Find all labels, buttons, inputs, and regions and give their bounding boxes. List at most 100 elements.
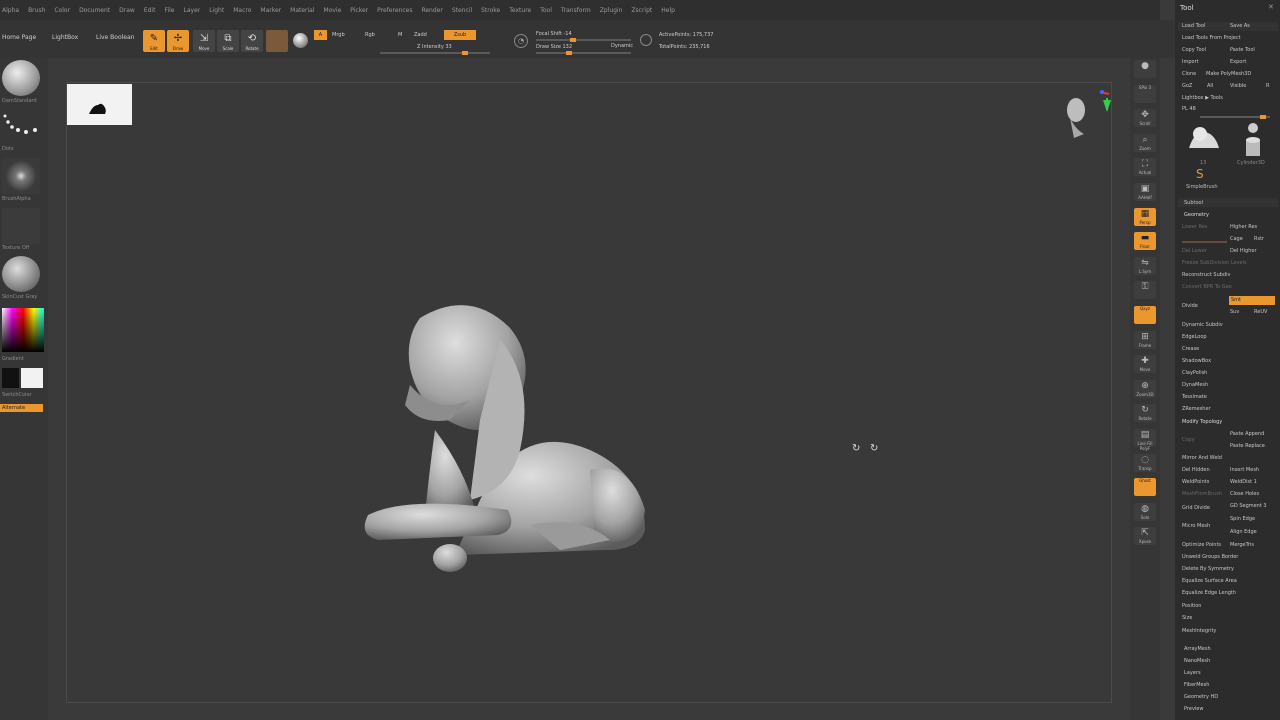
menu-item-layer[interactable]: Layer bbox=[184, 7, 201, 14]
visible-button[interactable]: Visible bbox=[1230, 83, 1246, 89]
zadd-button[interactable]: Zadd bbox=[414, 32, 427, 38]
arraymesh-section[interactable]: ArrayMesh bbox=[1184, 646, 1211, 652]
brush-preview-icon[interactable] bbox=[293, 33, 308, 48]
copy-button[interactable]: Copy bbox=[1182, 437, 1195, 443]
edit-button[interactable]: ✎ Edit bbox=[143, 30, 165, 52]
insert-mesh-button[interactable]: Insert Mesh bbox=[1230, 467, 1259, 473]
move-button[interactable]: ⇲ Move bbox=[193, 30, 215, 52]
scale-button[interactable]: ⧉ Scale bbox=[217, 30, 239, 52]
paste-tool-button[interactable]: Paste Tool bbox=[1230, 47, 1255, 53]
menu-item-stroke[interactable]: Stroke bbox=[481, 7, 500, 14]
menu-item-zscript[interactable]: Zscript bbox=[631, 7, 652, 14]
menu-item-stencil[interactable]: Stencil bbox=[452, 7, 472, 14]
strip-button-5[interactable]: ▣ AAHalf bbox=[1134, 183, 1156, 201]
preview-section[interactable]: Preview bbox=[1184, 706, 1203, 712]
strip-button-13[interactable]: ⊕ Zoom3D bbox=[1134, 379, 1156, 398]
size-section[interactable]: Size bbox=[1182, 615, 1192, 621]
edgeloop-section[interactable]: EdgeLoop bbox=[1182, 334, 1207, 340]
strip-button-7[interactable]: ▬ Floor bbox=[1134, 232, 1156, 251]
simplebrush-icon[interactable]: S bbox=[1196, 167, 1204, 181]
alpha-icon[interactable] bbox=[2, 158, 40, 194]
strip-button-3[interactable]: ⌕ Zoom bbox=[1134, 133, 1156, 152]
m-button[interactable]: M bbox=[398, 32, 402, 38]
load-tool-button[interactable]: Load Tool bbox=[1182, 23, 1205, 29]
orientation-head-icon[interactable] bbox=[1058, 88, 1114, 150]
strip-button-9[interactable]: ⚿ bbox=[1134, 281, 1156, 300]
strip-button-11[interactable]: ⊞ Frame bbox=[1134, 330, 1156, 349]
r-button[interactable]: R bbox=[1266, 83, 1269, 89]
clone-button[interactable]: Clone bbox=[1182, 71, 1196, 77]
export-button[interactable]: Export bbox=[1230, 59, 1246, 65]
menu-item-light[interactable]: Light bbox=[209, 7, 224, 14]
nanomesh-section[interactable]: NanoMesh bbox=[1184, 658, 1210, 664]
goz-button[interactable]: GoZ bbox=[1182, 83, 1192, 89]
focal-shift-slider[interactable]: Focal Shift -14 bbox=[536, 31, 572, 37]
menu-item-file[interactable]: File bbox=[164, 7, 174, 14]
strip-button-1[interactable]: SPix 3 bbox=[1134, 84, 1156, 103]
strip-button-8[interactable]: ⇋ L.Sym bbox=[1134, 256, 1156, 275]
lower-res-button[interactable]: Lower Res bbox=[1182, 224, 1208, 230]
pl-slider[interactable]: PL 48 bbox=[1182, 106, 1196, 112]
draw-button[interactable]: ✢ Draw bbox=[167, 30, 189, 52]
strip-button-4[interactable]: ⛶ Actual bbox=[1134, 158, 1156, 177]
zsub-button[interactable]: Zsub bbox=[444, 30, 476, 40]
strip-button-15[interactable]: ▤ Line Fill PolyF bbox=[1134, 429, 1156, 451]
del-higher-button[interactable]: Del Higher bbox=[1230, 248, 1257, 254]
menu-item-marker[interactable]: Marker bbox=[260, 7, 281, 14]
import-button[interactable]: Import bbox=[1182, 59, 1199, 65]
dynamic-subdiv-section[interactable]: Dynamic Subdiv bbox=[1182, 322, 1223, 328]
brush-icon[interactable] bbox=[2, 60, 40, 96]
fibermesh-section[interactable]: FiberMesh bbox=[1184, 682, 1209, 688]
reconstruct-subdiv-button[interactable]: Reconstruct Subdiv bbox=[1182, 272, 1230, 278]
alternate-button[interactable]: Alternate bbox=[0, 404, 43, 412]
convert-bpr-button[interactable]: Convert BPR To Geo bbox=[1182, 284, 1232, 290]
paste-replace-button[interactable]: Paste Replace bbox=[1230, 443, 1265, 449]
menu-item-tool[interactable]: Tool bbox=[540, 7, 552, 14]
strip-button-18[interactable]: ◍ Solo bbox=[1134, 502, 1156, 521]
freeze-subdivision-button[interactable]: Freeze SubDivision Levels bbox=[1182, 260, 1247, 266]
smt-toggle[interactable]: Smt bbox=[1229, 296, 1275, 305]
sdiv-slider[interactable] bbox=[1182, 241, 1227, 243]
zremesher-section[interactable]: ZRemesher bbox=[1182, 406, 1211, 412]
menu-item-movie[interactable]: Movie bbox=[324, 7, 342, 14]
menu-item-edit[interactable]: Edit bbox=[144, 7, 156, 14]
close-holes-button[interactable]: Close Holes bbox=[1230, 491, 1259, 497]
menu-item-color[interactable]: Color bbox=[54, 7, 70, 14]
texture-icon[interactable] bbox=[2, 208, 40, 244]
menu-item-draw[interactable]: Draw bbox=[119, 7, 135, 14]
save-as-button[interactable]: Save As bbox=[1230, 23, 1250, 29]
tessimate-section[interactable]: Tessimate bbox=[1182, 394, 1207, 400]
position-section[interactable]: Position bbox=[1182, 603, 1201, 609]
all-button[interactable]: All bbox=[1207, 83, 1213, 89]
lightbox-button[interactable]: LightBox bbox=[52, 34, 78, 41]
micro-mesh-button[interactable]: Micro Mesh bbox=[1182, 523, 1210, 529]
menu-item-help[interactable]: Help bbox=[661, 7, 675, 14]
lion-tool-thumbnail[interactable] bbox=[1183, 120, 1223, 160]
palette-close-icon[interactable]: ✕ bbox=[1268, 3, 1274, 11]
menu-item-transform[interactable]: Transform bbox=[561, 7, 591, 14]
menu-item-render[interactable]: Render bbox=[421, 7, 442, 14]
cylinder-tool-thumbnail[interactable] bbox=[1238, 120, 1268, 160]
equalize-surface-area-button[interactable]: Equalize Surface Area bbox=[1182, 578, 1237, 584]
focal-icon[interactable]: ◔ bbox=[514, 34, 528, 48]
strip-button-17[interactable]: Ghost bbox=[1134, 478, 1156, 497]
grid-divide-button[interactable]: Grid Divide bbox=[1182, 505, 1210, 511]
menu-item-preferences[interactable]: Preferences bbox=[377, 7, 412, 14]
geometry-hd-section[interactable]: Geometry HD bbox=[1184, 694, 1218, 700]
delete-by-symmetry-button[interactable]: Delete By Symmetry bbox=[1182, 566, 1234, 572]
align-edge-button[interactable]: Align Edge bbox=[1230, 529, 1257, 535]
rgb-button[interactable]: Rgb bbox=[365, 32, 375, 38]
menu-item-texture[interactable]: Texture bbox=[509, 7, 531, 14]
spin-edge-button[interactable]: Spin Edge bbox=[1230, 516, 1255, 522]
lion-sculpture-model[interactable] bbox=[360, 300, 660, 580]
gd-segment-slider[interactable]: GD Segment 3 bbox=[1230, 503, 1267, 509]
layers-section[interactable]: Layers bbox=[1184, 670, 1201, 676]
higher-res-button[interactable]: Higher Res bbox=[1230, 224, 1257, 230]
equalize-edge-length-button[interactable]: Equalize Edge Length bbox=[1182, 590, 1236, 596]
merge-tris-button[interactable]: MergeTris bbox=[1230, 542, 1254, 548]
material-icon[interactable] bbox=[2, 256, 40, 292]
switch-color-label[interactable]: SwitchColor bbox=[2, 392, 32, 398]
menu-item-alpha[interactable]: Alpha bbox=[2, 7, 19, 14]
z-intensity-track[interactable] bbox=[380, 51, 490, 55]
mesh-from-brush-button[interactable]: MeshFromBrush bbox=[1182, 491, 1222, 497]
